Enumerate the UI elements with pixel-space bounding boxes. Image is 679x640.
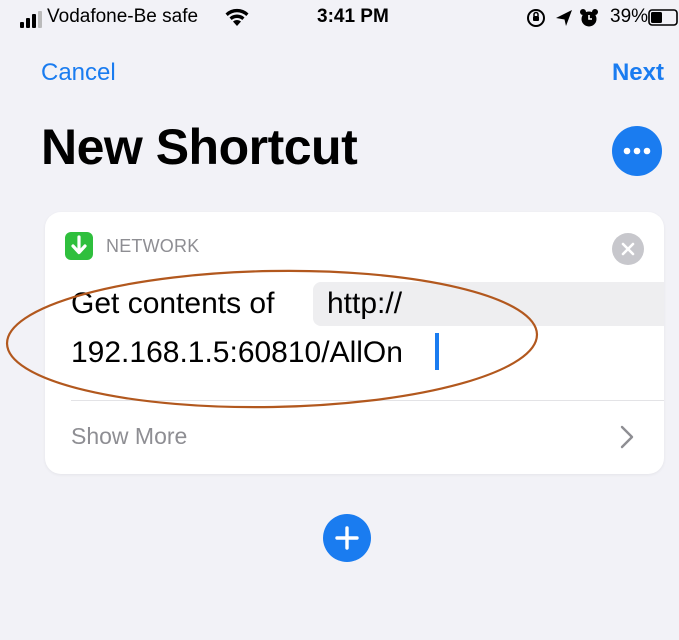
battery-icon: [648, 9, 678, 26]
page-title: New Shortcut: [41, 119, 358, 175]
show-more-button[interactable]: Show More: [45, 401, 664, 474]
screen-rotation-lock-icon: [527, 9, 545, 27]
cancel-button[interactable]: Cancel: [41, 59, 116, 87]
alarm-icon: [580, 9, 598, 27]
network-action-icon: [65, 232, 93, 260]
url-field-line2[interactable]: 192.168.1.5:60810/AllOn: [71, 336, 403, 370]
action-category: NETWORK: [106, 236, 200, 256]
battery-percentage: 39%: [610, 6, 649, 27]
chevron-right-icon: [620, 425, 634, 449]
status-bar: Vodafone-Be safe 3:41 PM 39%: [0, 0, 679, 40]
download-icon: [71, 235, 87, 255]
location-icon: [556, 10, 572, 26]
action-card: NETWORK Get contents of http:// 192.168.…: [45, 212, 664, 474]
carrier-name: Vodafone-Be safe: [47, 6, 199, 27]
more-button[interactable]: [612, 126, 662, 176]
action-description: Get contents of http://: [71, 282, 664, 326]
wifi-icon: [225, 8, 249, 26]
text-cursor: [435, 333, 439, 370]
close-icon: [621, 242, 635, 256]
url-field[interactable]: 192.168.1.5:60810/AllOn: [71, 328, 664, 378]
action-label: Get contents of: [71, 287, 275, 320]
url-field-line1[interactable]: http://: [327, 287, 402, 321]
remove-action-button[interactable]: [612, 233, 644, 265]
status-time: 3:41 PM: [317, 6, 389, 27]
add-action-button[interactable]: [323, 514, 371, 562]
more-icon: [623, 147, 651, 155]
next-button[interactable]: Next: [612, 59, 664, 87]
signal-icon: [20, 11, 42, 28]
status-icons: [527, 9, 598, 27]
show-more-label: Show More: [71, 423, 188, 449]
plus-icon: [335, 526, 359, 550]
